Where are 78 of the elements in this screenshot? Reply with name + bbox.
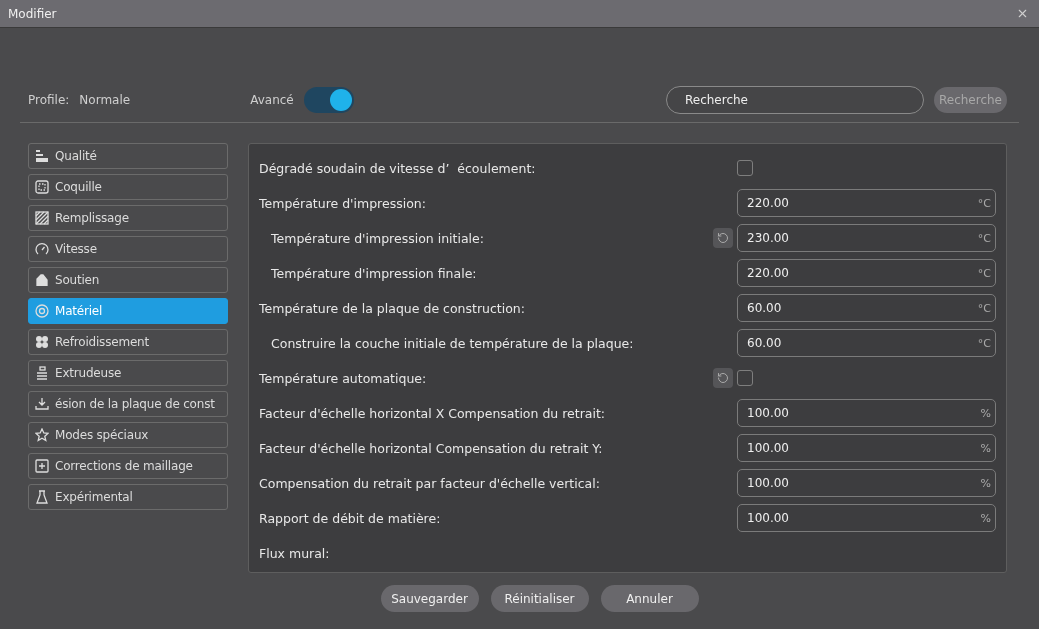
search-field[interactable]: Recherche [665,86,924,114]
hatched-square-icon [35,211,49,225]
dotted-square-icon [35,180,49,194]
number-field[interactable]: 100.00 % [737,434,996,462]
setting-label: Rapport de débit de matière: [259,510,441,526]
field-value: 100.00 [747,476,789,490]
advanced-toggle[interactable] [303,87,354,113]
number-field[interactable]: 60.00 °C [737,294,996,322]
sidebar-item[interactable]: Expérimental [28,484,228,510]
profile-label: Profile: [28,93,70,107]
unit-label: % [980,406,991,420]
unit-label: % [980,441,991,455]
setting-label: Température d'impression initiale: [270,230,484,246]
setting-label: Température d'impression: [259,195,426,211]
number-field[interactable]: 220.00 °C [737,189,996,217]
field-value: 100.00 [747,406,789,420]
checkbox[interactable] [737,160,753,176]
setting-label: Facteur d'échelle horizontal Compensation du retrait Y: [259,440,603,456]
dialog-button[interactable]: Annuler [600,585,699,612]
unit-label: % [980,476,991,490]
flask-icon [35,490,49,504]
number-field[interactable]: 220.00 °C [737,259,996,287]
setting-label: Flux mural: [259,545,330,561]
fan-icon [35,335,49,349]
field-value: 100.00 [747,441,789,455]
advanced-label: Avancé [250,93,294,107]
field-value: 100.00 [747,511,789,525]
sidebar-item[interactable]: Modes spéciaux [28,422,228,448]
bars-icon [35,149,49,163]
download-icon [35,397,49,411]
unit-label: % [980,511,991,525]
sidebar-item[interactable]: Remplissage [28,205,228,231]
number-field[interactable]: 230.00 °C [737,224,996,252]
profile-value: Normale [79,93,131,107]
setting-label: Compensation du retrait par facteur d'échelle vertical: [259,475,600,491]
number-field[interactable]: 100.00 % [737,399,996,427]
sidebar-item[interactable]: Qualité [28,143,228,169]
extruder-icon [35,366,49,380]
setting-label: Dégradé soudain de vitesse d’ écoulement: [259,160,536,176]
dialog-button[interactable]: Réinitialiser [490,585,589,612]
unit-label: °C [977,231,991,245]
number-field[interactable]: 100.00 % [737,504,996,532]
close-icon[interactable] [1016,7,1029,20]
sidebar-item[interactable]: Extrudeuse [28,360,228,386]
unit-label: °C [977,196,991,210]
reset-icon [717,372,729,384]
gauge-icon [35,242,49,256]
sidebar-item[interactable]: Corrections de maillage [28,453,228,479]
setting-label: Température automatique: [259,370,427,386]
sidebar-item[interactable]: Soutien [28,267,228,293]
field-value: 220.00 [747,196,789,210]
setting-label: Construire la couche initiale de température de la plaque: [270,335,634,351]
reset-button[interactable] [713,368,733,388]
setting-label: Température de la plaque de construction: [259,300,525,316]
unit-label: °C [977,336,991,350]
reset-icon [717,232,729,244]
field-value: 230.00 [747,231,789,245]
number-field[interactable]: 60.00 °C [737,329,996,357]
dialog-button[interactable]: Sauvegarder [380,585,479,612]
field-value: 60.00 [747,301,782,315]
sidebar-item[interactable]: Refroidissement [28,329,228,355]
reset-button[interactable] [713,228,733,248]
unit-label: °C [977,301,991,315]
window-title: Modifier [8,6,57,21]
unit-label: °C [977,266,991,280]
star-icon [35,428,49,442]
field-value: 220.00 [747,266,789,280]
setting-label: Température d'impression finale: [270,265,477,281]
sidebar-item[interactable]: Vitesse [28,236,228,262]
sidebar-item[interactable]: Coquille [28,174,228,200]
spool-icon [35,304,49,318]
sidebar-item[interactable]: ésion de la plaque de const [28,391,228,417]
checkbox[interactable] [737,370,753,386]
plus-square-icon [35,459,49,473]
setting-label: Facteur d'échelle horizontal X Compensation du retrait: [259,405,606,421]
field-value: 60.00 [747,336,782,350]
support-icon [35,273,49,287]
number-field[interactable]: 100.00 % [737,469,996,497]
